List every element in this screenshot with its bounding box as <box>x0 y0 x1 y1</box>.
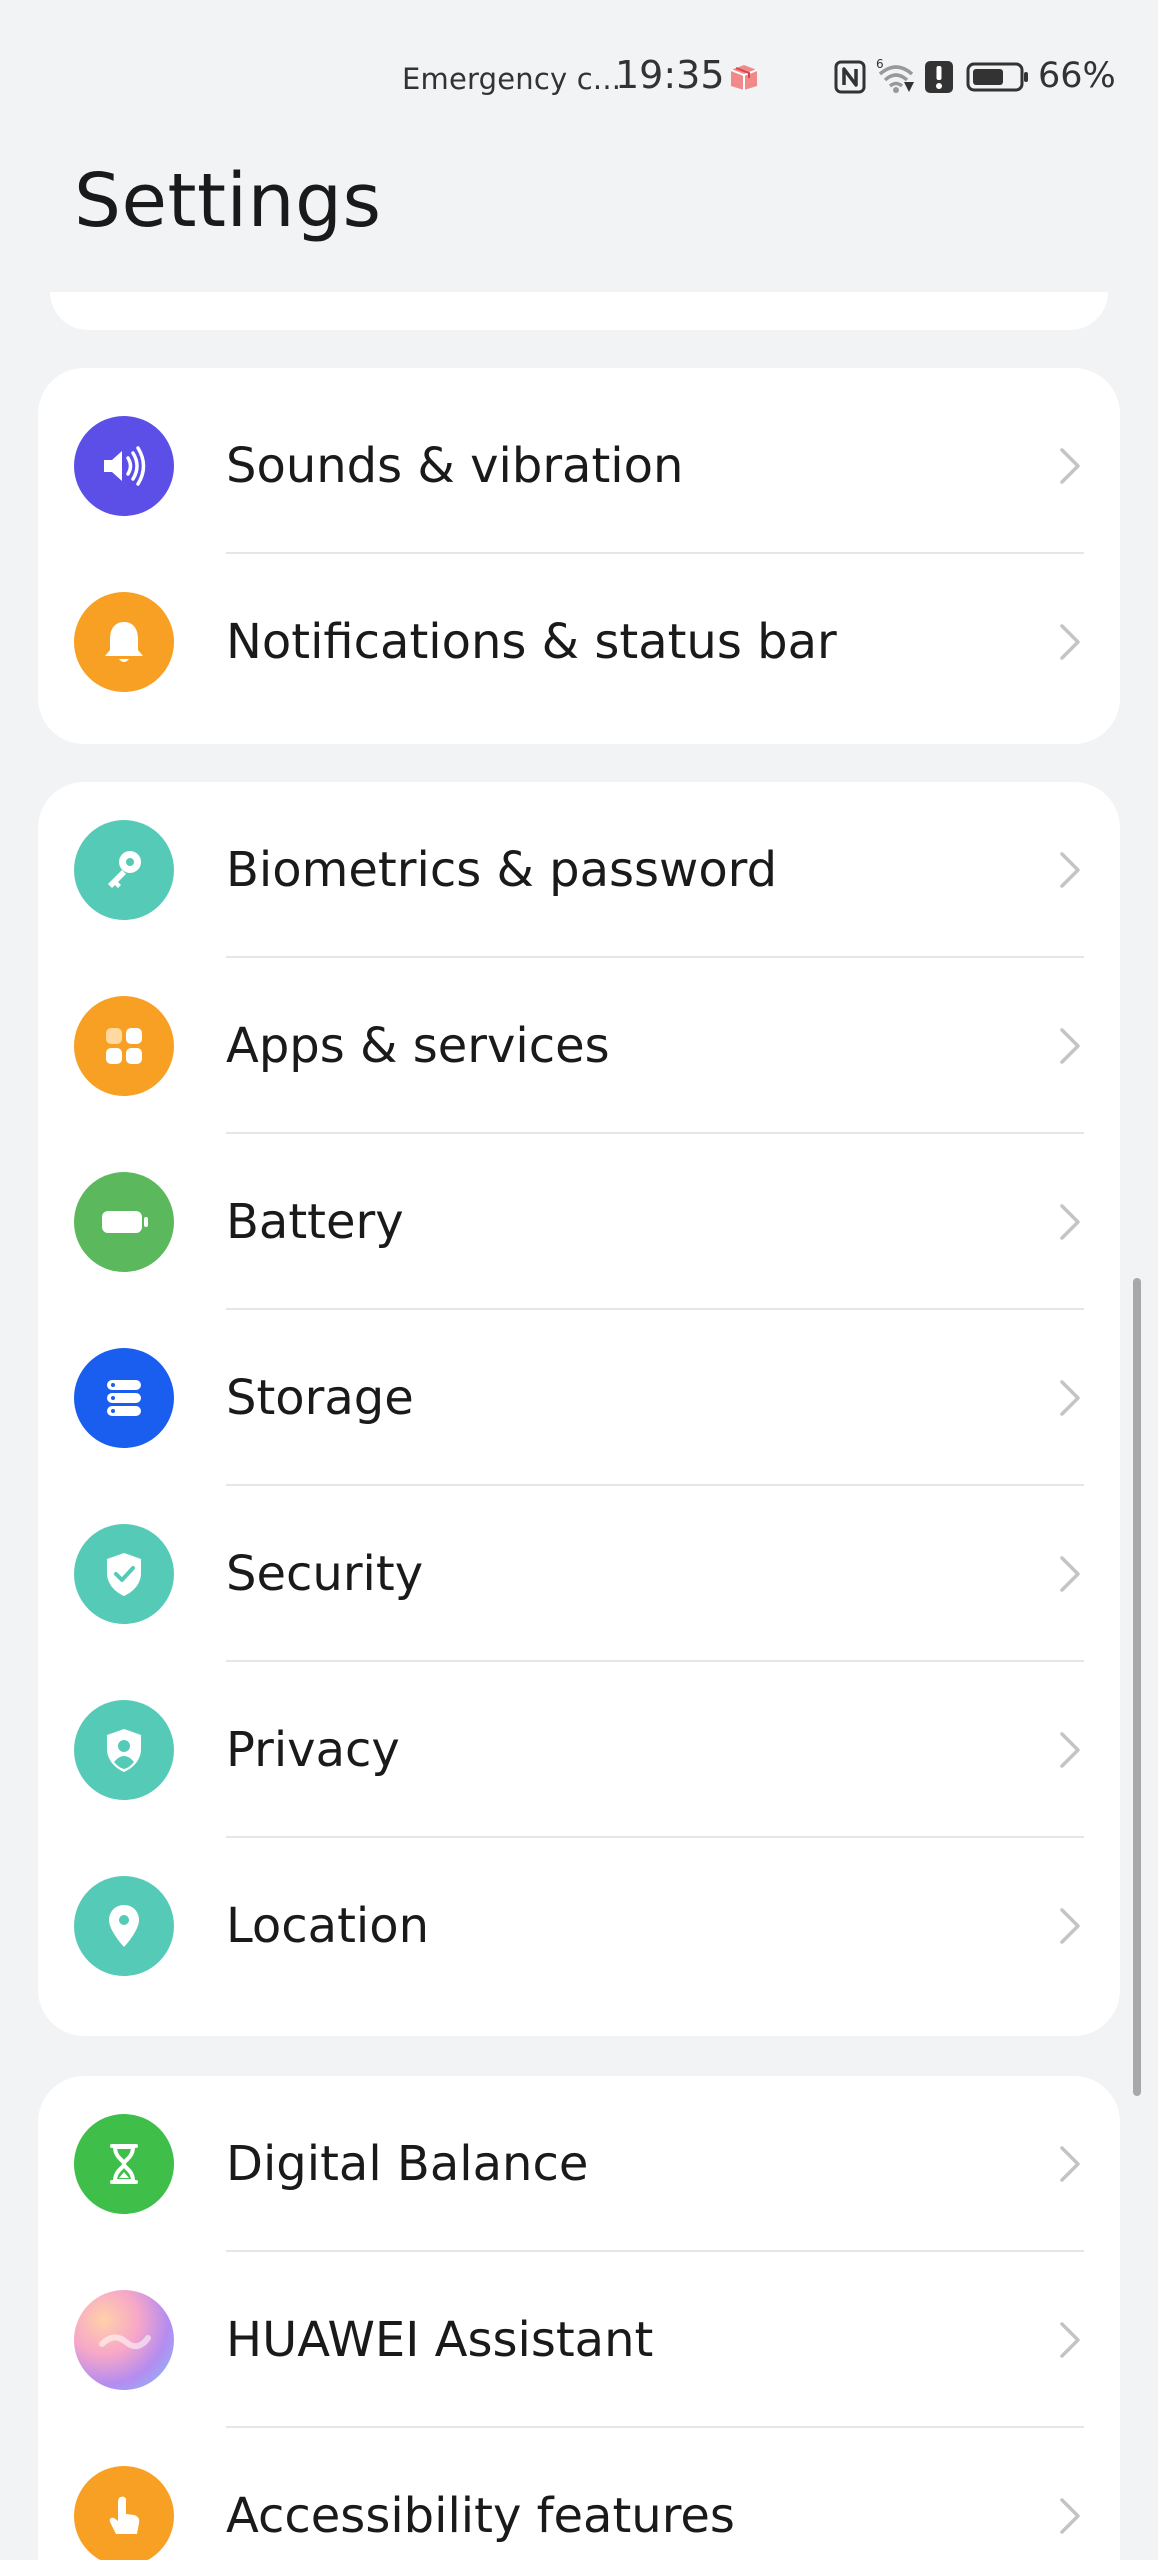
battery-icon <box>74 1172 174 1272</box>
biometrics-label: Biometrics & password <box>226 842 778 898</box>
apps-icon <box>74 996 174 1096</box>
chevron-right-icon <box>1060 624 1080 660</box>
huawei-assistant-item[interactable]: HUAWEI Assistant <box>38 2252 1120 2428</box>
page-title: Settings <box>74 158 382 244</box>
chevron-right-icon <box>1060 1908 1080 1944</box>
location-item[interactable]: Location <box>38 1838 1120 2014</box>
carrier-text: Emergency c... <box>402 62 622 96</box>
privacy-label: Privacy <box>226 1722 400 1778</box>
accessibility-label: Accessibility features <box>226 2488 735 2544</box>
chevron-right-icon <box>1060 2146 1080 2182</box>
settings-group-wellbeing: Digital Balance HUAWEI Assistant Accessi… <box>38 2076 1120 2560</box>
clock: 19:35 <box>615 53 725 97</box>
storage-item[interactable]: Storage <box>38 1310 1120 1486</box>
digital-balance-item[interactable]: Digital Balance <box>38 2076 1120 2252</box>
battery-item[interactable]: Battery <box>38 1134 1120 1310</box>
sounds-vibration-label: Sounds & vibration <box>226 438 684 494</box>
package-icon <box>728 62 760 92</box>
status-bar: Emergency c... 19:35 6 66% <box>0 50 1158 110</box>
search-bar[interactable] <box>50 292 1108 330</box>
nfc-icon <box>834 60 866 94</box>
hand-icon <box>74 2466 174 2560</box>
key-icon <box>74 820 174 920</box>
chevron-right-icon <box>1060 1380 1080 1416</box>
chevron-right-icon <box>1060 1556 1080 1592</box>
notifications-item[interactable]: Notifications & status bar <box>38 554 1120 730</box>
settings-screen: Emergency c... 19:35 6 66% Settings Soun… <box>0 0 1158 2560</box>
settings-group-sound: Sounds & vibration Notifications & statu… <box>38 368 1120 744</box>
biometrics-item[interactable]: Biometrics & password <box>38 782 1120 958</box>
settings-group-system: Biometrics & password Apps & services Ba… <box>38 782 1120 2036</box>
security-item[interactable]: Security <box>38 1486 1120 1662</box>
apps-services-item[interactable]: Apps & services <box>38 958 1120 1134</box>
chevron-right-icon <box>1060 852 1080 888</box>
wifi-icon: 6 <box>874 56 918 94</box>
assistant-icon <box>74 2290 174 2390</box>
bell-icon <box>74 592 174 692</box>
battery-label: Battery <box>226 1194 404 1250</box>
digital-balance-label: Digital Balance <box>226 2136 589 2192</box>
chevron-right-icon <box>1060 2498 1080 2534</box>
chevron-right-icon <box>1060 1732 1080 1768</box>
location-pin-icon <box>74 1876 174 1976</box>
chevron-right-icon <box>1060 448 1080 484</box>
storage-label: Storage <box>226 1370 414 1426</box>
battery-icon <box>966 62 1030 92</box>
storage-icon <box>74 1348 174 1448</box>
sounds-vibration-item[interactable]: Sounds & vibration <box>38 378 1120 554</box>
huawei-assistant-label: HUAWEI Assistant <box>226 2312 654 2368</box>
apps-services-label: Apps & services <box>226 1018 610 1074</box>
chevron-right-icon <box>1060 1204 1080 1240</box>
security-label: Security <box>226 1546 424 1602</box>
privacy-icon <box>74 1700 174 1800</box>
chevron-right-icon <box>1060 1028 1080 1064</box>
sound-icon <box>74 416 174 516</box>
battery-percent: 66% <box>1038 56 1116 96</box>
location-label: Location <box>226 1898 430 1954</box>
privacy-item[interactable]: Privacy <box>38 1662 1120 1838</box>
shield-check-icon <box>74 1524 174 1624</box>
notifications-label: Notifications & status bar <box>226 614 837 670</box>
chevron-right-icon <box>1060 2322 1080 2358</box>
svg-text:6: 6 <box>876 57 884 71</box>
alert-icon <box>924 60 954 94</box>
hourglass-icon <box>74 2114 174 2214</box>
scrollbar[interactable] <box>1133 1278 1141 2096</box>
accessibility-item[interactable]: Accessibility features <box>38 2428 1120 2560</box>
